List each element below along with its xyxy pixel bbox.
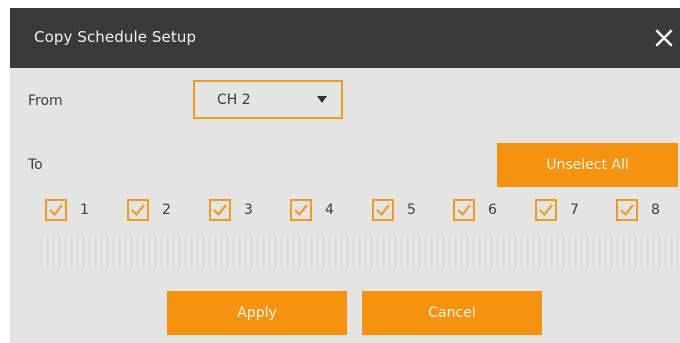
scroll-track	[40, 236, 680, 268]
from-channel-value: CH 2	[217, 92, 251, 108]
channel-label: 7	[570, 202, 579, 218]
checkbox-checked-icon	[453, 199, 475, 221]
checkbox-checked-icon	[290, 199, 312, 221]
caret-down-icon	[317, 96, 327, 103]
checkbox-checked-icon	[127, 199, 149, 221]
channel-label: 4	[325, 202, 334, 218]
close-button[interactable]	[652, 24, 680, 52]
channel-label: 3	[244, 202, 253, 218]
checkbox-checked-icon	[209, 199, 231, 221]
unselect-all-button[interactable]: Unselect All	[497, 143, 678, 187]
apply-button[interactable]: Apply	[167, 291, 347, 335]
title-bar: Copy Schedule Setup	[10, 8, 680, 68]
dialog-title: Copy Schedule Setup	[34, 28, 197, 46]
checkbox-checked-icon	[535, 199, 557, 221]
from-label: From	[28, 93, 63, 109]
cancel-button[interactable]: Cancel	[362, 291, 542, 335]
channel-label: 6	[488, 202, 497, 218]
from-channel-select[interactable]: CH 2	[193, 80, 343, 119]
checkbox-checked-icon	[45, 199, 67, 221]
channel-label: 1	[80, 202, 89, 218]
channel-label: 2	[162, 202, 171, 218]
channel-checkbox-list: 1 2 3 4 5 6 7 8	[10, 195, 680, 231]
checkbox-checked-icon	[372, 199, 394, 221]
checkbox-checked-icon	[616, 199, 638, 221]
close-icon	[655, 29, 673, 47]
channel-label: 8	[651, 202, 660, 218]
to-label: To	[28, 157, 43, 173]
channel-label: 5	[407, 202, 416, 218]
copy-schedule-dialog: Copy Schedule Setup From CH 2 To Unselec…	[10, 8, 680, 343]
